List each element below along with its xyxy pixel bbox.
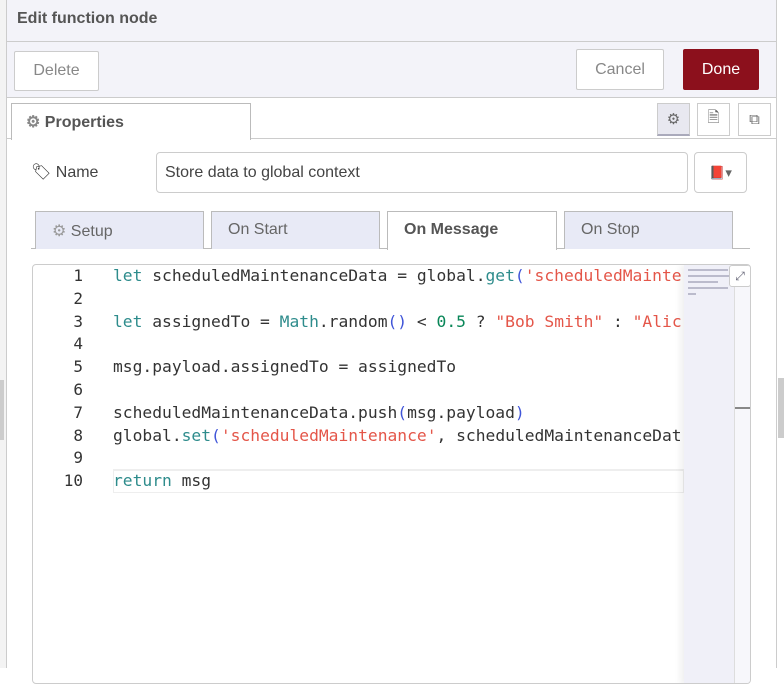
action-bar: Delete Cancel Done [7,42,776,98]
code-token: Math [279,311,319,331]
left-resize-handle[interactable] [0,380,4,440]
code-token: ( [211,425,221,445]
code-token: ) [514,402,525,422]
code-token: msg.payload.assignedTo = assignedTo [113,357,457,377]
code-line[interactable] [113,379,684,402]
line-numbers: 1 2 3 4 5 6 7 8 9 10 [33,265,93,493]
tab-on-start[interactable]: On Start [211,211,380,249]
code-token: get [485,266,515,285]
line-number: 4 [73,334,83,354]
tag-icon: 🏷 [31,164,52,181]
code-token: let [113,266,143,285]
code-token: "Alic [632,311,682,331]
editor-scrollbar[interactable] [734,265,750,683]
line-number: 1 [73,266,83,285]
code-line[interactable]: scheduledMaintenanceData.push(msg.payloa… [113,402,684,425]
code-line[interactable] [113,333,684,356]
page-scrollbar[interactable] [776,0,784,668]
gear-icon[interactable]: ⚙ [657,103,690,136]
line-number: 7 [73,402,83,422]
minimap[interactable] [684,265,734,683]
code-line[interactable]: return msg [113,469,684,493]
code-token: .random [318,311,388,331]
code-token: global. [113,425,182,445]
code-token: ( [514,266,525,285]
line-number: 3 [73,311,83,331]
line-number: 10 [63,471,83,491]
code-token: let [113,311,143,331]
page-scrollbar-thumb[interactable] [778,378,784,438]
chevron-down-icon: ▾ [725,164,732,180]
line-number: 5 [73,357,83,377]
line-number: 9 [73,448,83,468]
line-number: 2 [73,288,83,308]
code-line[interactable]: let assignedTo = Math.random() < 0.5 ? "… [113,311,684,334]
code-line[interactable]: msg.payload.assignedTo = assignedTo [113,356,684,379]
code-line[interactable]: let scheduledMaintenanceData = global.ge… [113,265,684,288]
code-token: msg.payload [407,402,515,422]
code-token: ? [465,311,496,331]
code-token: ( [397,402,408,422]
done-button[interactable]: Done [683,49,759,90]
code-token: set [181,425,212,445]
expand-icon[interactable]: ⤢ [729,265,750,287]
book-icon: 📕 [709,164,726,180]
code-token: return [113,471,172,491]
line-number: 6 [73,379,83,399]
tab-properties[interactable]: ⚙ Properties [11,103,251,140]
gear-icon: ⚙ [52,223,71,240]
code-token: 0.5 [436,311,466,331]
name-label: 🏷 Name [31,164,99,181]
library-button[interactable]: 📕 ▾ [694,152,747,193]
tab-label: Properties [44,114,124,131]
code-line[interactable] [113,447,684,470]
frame-icon[interactable]: ⧉ [738,103,771,136]
tab-bar: ⚙ Properties ⚙ 🗎 ⧉ [7,98,776,140]
tab-on-message[interactable]: On Message [387,211,557,250]
left-edge [0,0,7,668]
document-icon[interactable]: 🗎 [697,103,730,136]
gear-icon: ⚙ [26,114,41,131]
code-token: 'scheduledMainte [524,266,682,285]
code-token: scheduledMaintenanceData.push [113,402,398,422]
code-editor[interactable]: 1 2 3 4 5 6 7 8 9 10 let scheduledMaintenanceData… [32,264,751,684]
code-token: scheduledMaintenanceData = global. [142,266,486,285]
code-line[interactable] [113,288,684,311]
name-input[interactable]: Store data to global context [156,152,688,193]
cancel-button[interactable]: Cancel [576,49,664,90]
delete-button[interactable]: Delete [14,51,99,91]
code-token: , scheduledMaintenanceDat [436,425,682,445]
code-line[interactable]: global.set('scheduledMaintenance', sched… [113,425,684,448]
tab-on-stop[interactable]: On Stop [564,211,733,249]
code-area[interactable]: let scheduledMaintenanceData = global.ge… [113,265,684,493]
dialog-title: Edit function node [7,0,776,42]
code-token: () [387,311,408,331]
code-token: : [603,311,633,331]
code-token: "Bob Smith" [495,311,604,331]
tab-setup[interactable]: ⚙ Setup [35,211,204,249]
code-token: msg [171,471,212,491]
code-token: assignedTo = [142,311,280,331]
code-token: 'scheduledMaintenance' [220,425,437,445]
line-number: 8 [73,425,83,445]
code-token: < [407,311,437,331]
